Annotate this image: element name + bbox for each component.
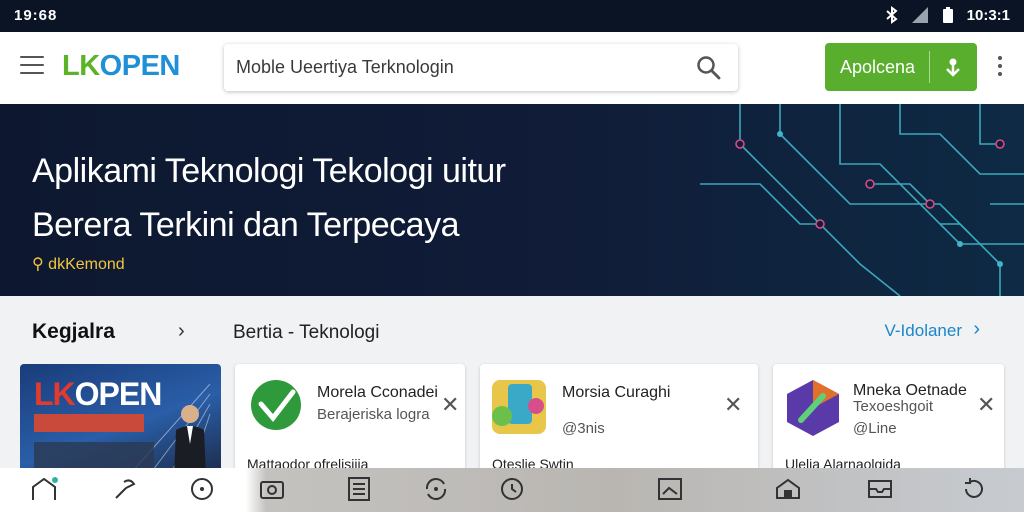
house-icon[interactable] [774, 476, 802, 502]
logo-text-part1: LK [62, 50, 100, 82]
refresh-icon[interactable] [960, 476, 988, 502]
timer-icon[interactable] [498, 476, 526, 502]
bluetooth-icon [885, 6, 898, 24]
image-icon[interactable] [656, 476, 684, 502]
phone-app-icon [492, 380, 546, 434]
bottom-nav [0, 468, 1024, 512]
menu-icon[interactable] [20, 56, 46, 78]
search-bar [224, 44, 738, 91]
document-icon[interactable] [345, 476, 373, 502]
person-image [174, 405, 206, 474]
section-title: Kegjalra [32, 320, 115, 343]
close-icon[interactable]: ✕ [441, 394, 459, 416]
app-logo[interactable]: LKOPEN [62, 50, 180, 83]
see-all-link[interactable]: V-Idolaner [885, 321, 963, 341]
close-icon[interactable]: ✕ [977, 394, 995, 416]
app-card-subtitle: Berajeriska logra [317, 406, 430, 423]
circuit-illustration [700, 104, 1024, 296]
app-card-subtitle: Texoeshgoit [853, 398, 934, 415]
app-card[interactable]: Morela Cconadei Berajeriska logra ✕ Matt… [235, 364, 465, 474]
status-time-left: 19:68 [14, 7, 58, 24]
tools-icon[interactable] [110, 476, 138, 502]
app-card-subtitle: @3nis [562, 420, 605, 437]
hero-title-line2: Berera Terkini dan Terpecaya [32, 206, 460, 244]
apply-button-label: Apolcena [840, 57, 916, 77]
camera-icon[interactable] [258, 476, 286, 502]
sync-icon[interactable] [422, 476, 450, 502]
compass-icon[interactable] [188, 476, 216, 502]
home-icon[interactable] [30, 476, 58, 502]
logo-text-part2: OPEN [99, 50, 181, 82]
see-all-chevron-icon[interactable]: › [973, 318, 980, 341]
more-vert-icon[interactable] [994, 56, 1006, 80]
app-card-name: Morela Cconadei [317, 384, 438, 401]
app-header: LKOPEN Apolcena [0, 32, 1024, 104]
apply-button[interactable]: Apolcena [825, 43, 977, 91]
hero-title-line1: Aplikami Teknologi Tekologi uitur [32, 152, 506, 190]
chevron-right-icon[interactable]: › [178, 320, 185, 343]
promo-card[interactable]: LKOPEN [20, 364, 221, 474]
download-icon [946, 58, 960, 77]
app-card-extra: @Line [853, 420, 897, 437]
signal-icon [911, 7, 928, 23]
section-header: Kegjalra › Bertia - Teknologi V-Idolaner… [0, 296, 1024, 364]
hero-tagline-text: dkKemond [48, 256, 125, 273]
key-icon: ⚲ [32, 256, 44, 273]
inbox-icon[interactable] [866, 476, 894, 502]
search-icon[interactable] [696, 55, 722, 81]
checkmark-app-icon [251, 380, 301, 430]
hero-banner[interactable]: Aplikami Teknologi Tekologi uitur Berera… [0, 104, 1024, 296]
hero-tagline: ⚲ dkKemond [32, 254, 125, 274]
app-card-name: Morsia Curaghi [562, 384, 671, 401]
hero-title: Aplikami Teknologi Tekologi uitur Berera… [32, 144, 506, 252]
section-subtitle: Bertia - Teknologi [233, 322, 380, 343]
battery-icon [942, 7, 953, 23]
app-card[interactable]: Mneka Oetnade Texoeshgoit @Line ✕ Ulelia… [773, 364, 1004, 474]
status-icons: 10:3:1 [883, 6, 1010, 24]
status-bar: 19:68 10:3:1 [0, 0, 1024, 32]
rocket-app-icon [787, 380, 839, 436]
status-time-right: 10:3:1 [966, 6, 1010, 24]
close-icon[interactable]: ✕ [724, 394, 742, 416]
app-card[interactable]: Morsia Curaghi @3nis ✕ Oteslie Swtin [480, 364, 758, 474]
search-input[interactable] [236, 54, 676, 81]
